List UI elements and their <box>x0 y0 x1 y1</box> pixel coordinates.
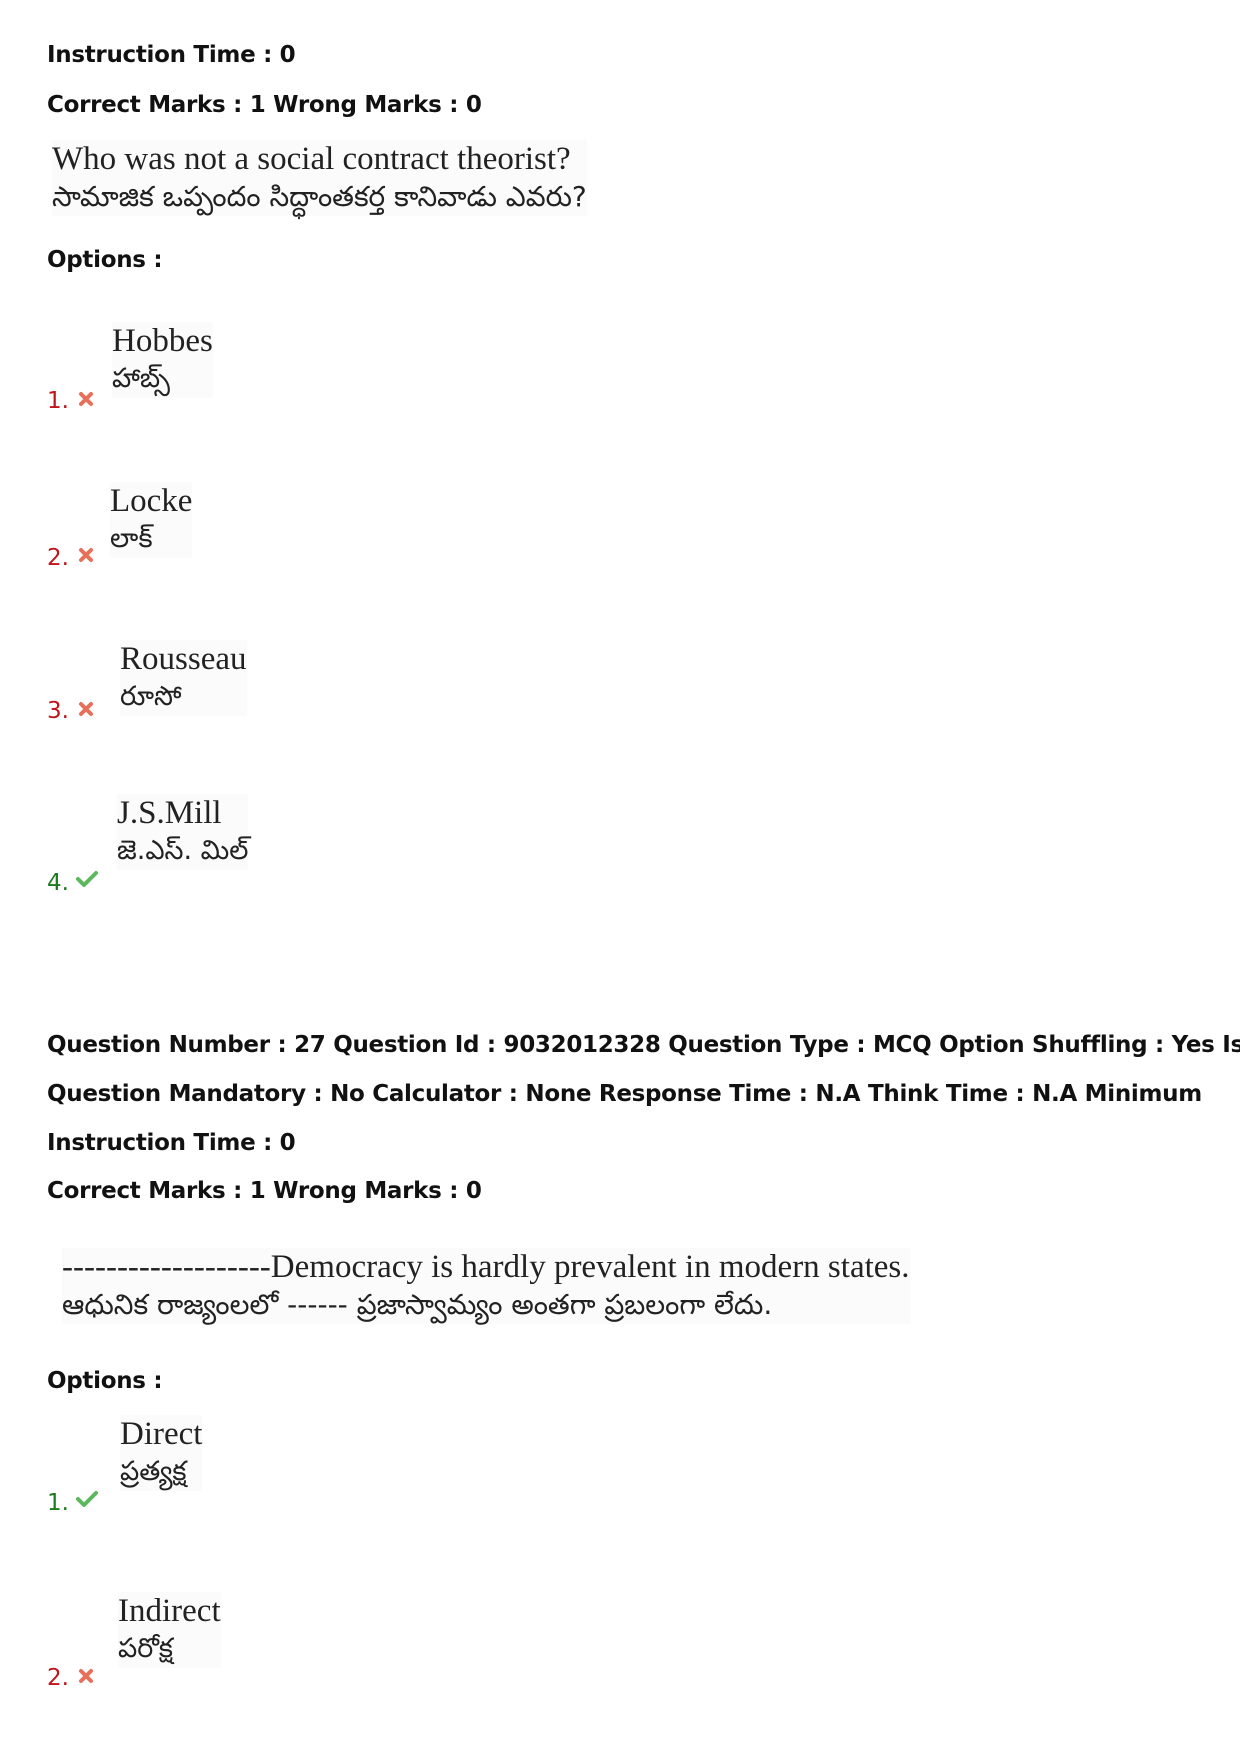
question-header-line-1: Question Number : 27 Question Id : 90320… <box>47 1032 1240 1058</box>
option-4-number: 4. <box>47 870 69 896</box>
question-text: -------------------Democracy is hardly p… <box>62 1248 910 1324</box>
option-1-english: Hobbes <box>112 323 213 359</box>
option-3-telugu: రూసో <box>120 681 182 712</box>
check-icon <box>76 1490 98 1508</box>
option-2-english: Locke <box>110 483 193 519</box>
option-1-content: Direct ప్రత్యక్ష <box>120 1415 203 1491</box>
option-2-content: Locke లాక్ <box>110 482 193 558</box>
option-4-english: J.S.Mill <box>117 795 222 831</box>
marks-info: Correct Marks : 1 Wrong Marks : 0 <box>47 92 482 118</box>
question-text-english: -------------------Democracy is hardly p… <box>62 1249 910 1285</box>
options-label: Options : <box>47 247 163 273</box>
option-2-telugu: పరోక్ష <box>118 1633 173 1664</box>
question-text: Who was not a social contract theorist? … <box>52 140 587 216</box>
option-3-number: 3. <box>47 698 69 724</box>
option-4-telugu: జె.ఎస్. మిల్ <box>117 835 249 866</box>
option-3-content: Rousseau రూసో <box>120 640 247 716</box>
instruction-time: Instruction Time : 0 <box>47 1130 296 1156</box>
option-2-english: Indirect <box>118 1593 221 1629</box>
question-text-english: Who was not a social contract theorist? <box>52 141 571 177</box>
check-icon <box>76 870 98 888</box>
option-2-number: 2. <box>47 545 69 571</box>
option-4-content: J.S.Mill జె.ఎస్. మిల్ <box>117 794 249 870</box>
cross-icon <box>77 700 95 718</box>
option-1-english: Direct <box>120 1416 203 1452</box>
option-1-content: Hobbes హాబ్స్ <box>112 322 213 398</box>
option-2-number: 2. <box>47 1665 69 1691</box>
option-1-telugu: ప్రత్యక్ష <box>120 1456 187 1487</box>
option-1-number: 1. <box>47 1490 69 1516</box>
option-1-telugu: హాబ్స్ <box>112 363 170 394</box>
option-2-telugu: లాక్ <box>110 523 153 554</box>
question-text-telugu: ఆధునిక రాజ్యంలలో ------ ప్రజాస్వామ్యం అం… <box>62 1288 773 1321</box>
marks-info: Correct Marks : 1 Wrong Marks : 0 <box>47 1178 482 1204</box>
instruction-time: Instruction Time : 0 <box>47 42 296 68</box>
question-header-line-2: Question Mandatory : No Calculator : Non… <box>47 1081 1202 1107</box>
options-label: Options : <box>47 1368 163 1394</box>
option-2-content: Indirect పరోక్ష <box>118 1592 221 1668</box>
option-1-number: 1. <box>47 388 69 414</box>
cross-icon <box>77 546 95 564</box>
question-text-telugu: సామాజిక ఒప్పందం సిద్ధాంతకర్త కానివాడు ఎవ… <box>52 180 587 213</box>
option-3-english: Rousseau <box>120 641 247 677</box>
cross-icon <box>77 1667 95 1685</box>
cross-icon <box>77 390 95 408</box>
